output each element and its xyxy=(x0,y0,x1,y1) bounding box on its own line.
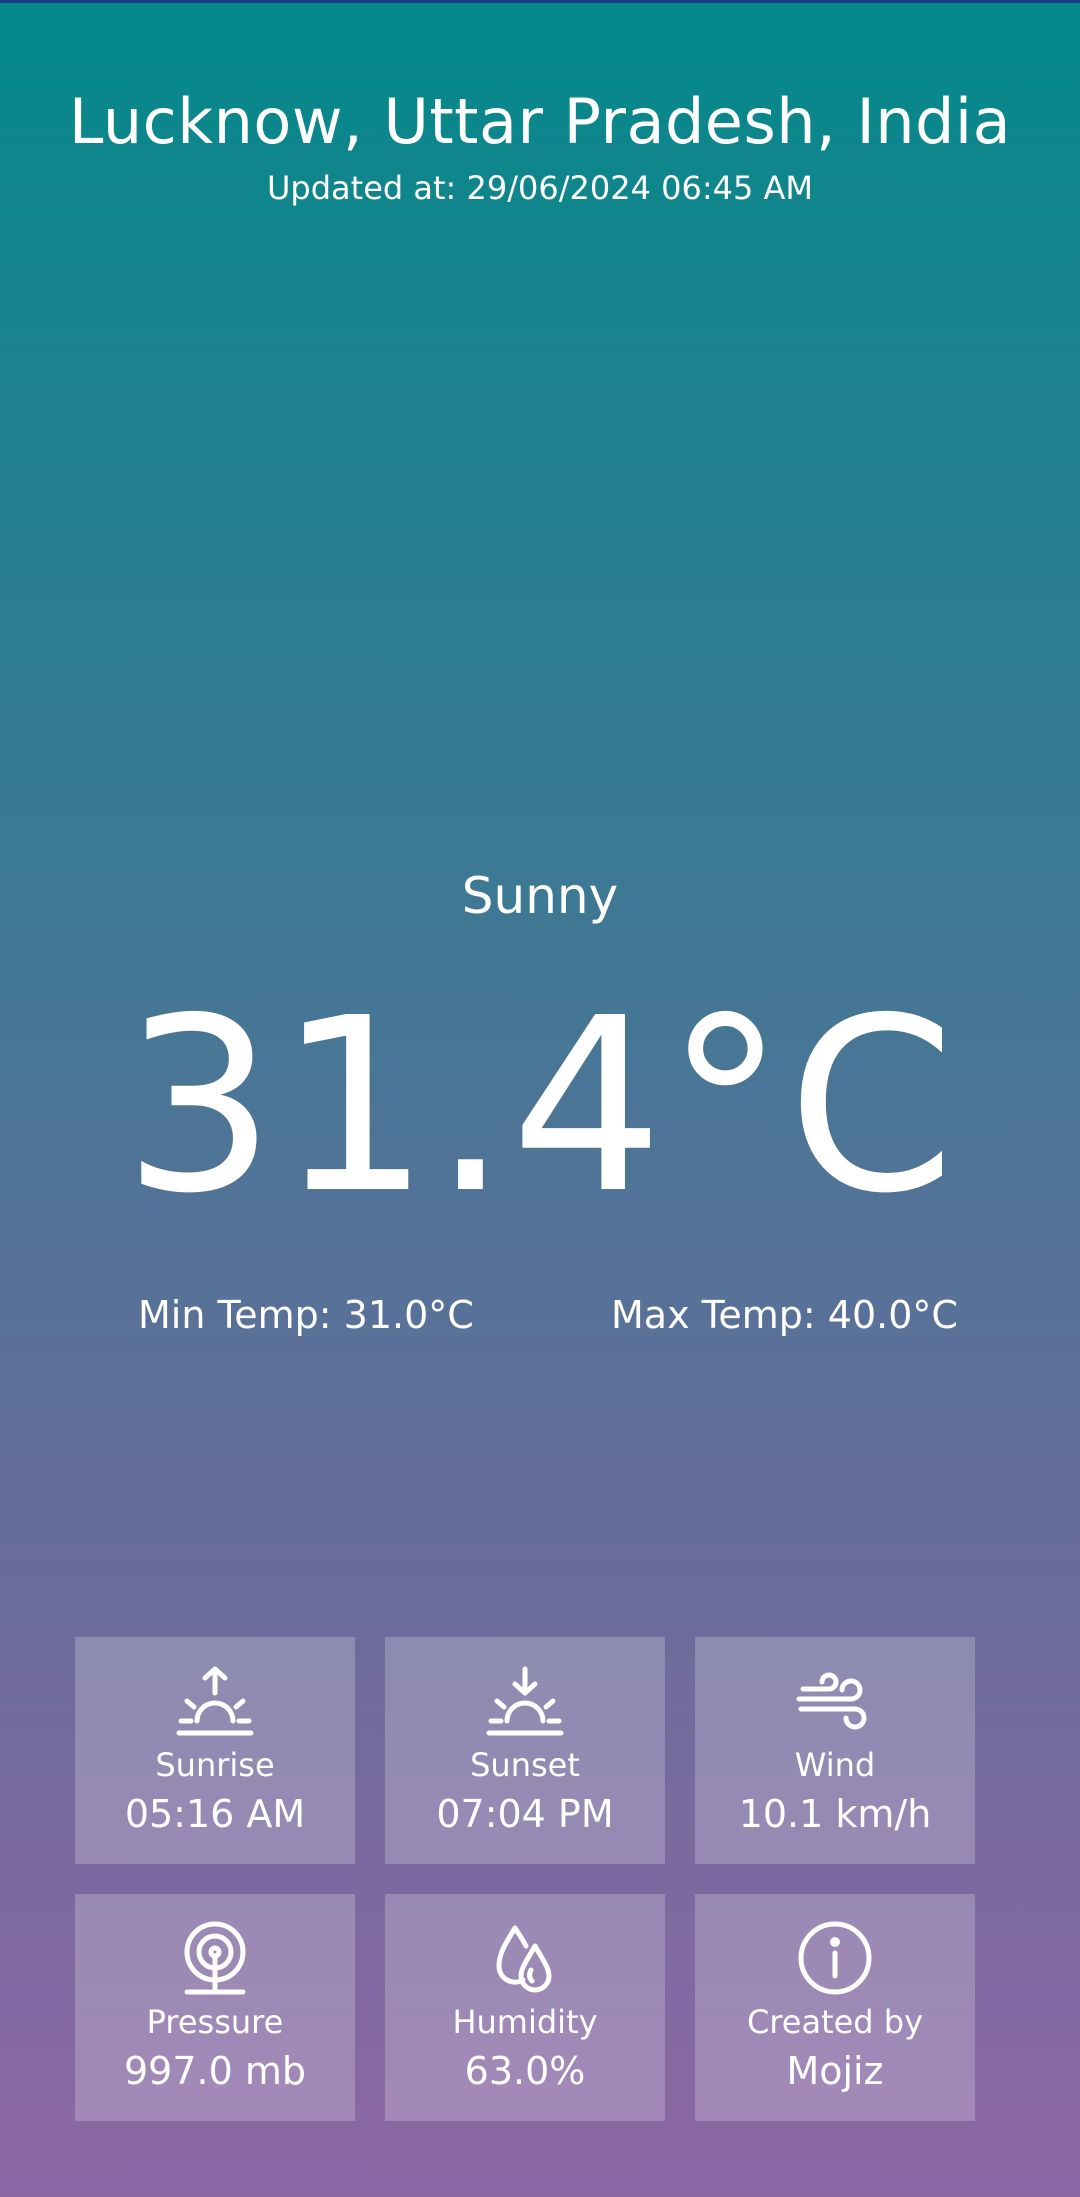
pressure-value: 997.0 mb xyxy=(123,2049,306,2093)
current-temperature: 31.4°C xyxy=(123,966,957,1246)
humidity-card: Humidity 63.0% xyxy=(385,1894,665,2121)
sunset-icon xyxy=(486,1666,564,1736)
weather-condition: Sunny xyxy=(461,867,619,925)
created-by-label: Created by xyxy=(746,2003,924,2041)
sunrise-label: Sunrise xyxy=(155,1746,275,1784)
sunrise-card: Sunrise 05:16 AM xyxy=(75,1637,355,1864)
sunset-label: Sunset xyxy=(470,1746,580,1784)
created-by-value: Mojiz xyxy=(786,2049,884,2093)
pressure-icon xyxy=(184,1921,246,1995)
info-icon xyxy=(798,1921,872,1995)
sunrise-value: 05:16 AM xyxy=(124,1792,306,1836)
sunset-value: 07:04 PM xyxy=(436,1792,614,1836)
pressure-label: Pressure xyxy=(146,2003,284,2041)
sunrise-icon xyxy=(176,1666,254,1736)
humidity-icon xyxy=(496,1925,552,1993)
details-grid: Sunrise 05:16 AM Sunset 07:04 PM Wind 10… xyxy=(75,1637,975,2121)
created-by-card: Created by Mojiz xyxy=(695,1894,975,2121)
humidity-label: Humidity xyxy=(452,2003,598,2041)
wind-icon xyxy=(796,1672,867,1730)
min-temperature: Min Temp: 31.0°C xyxy=(138,1293,474,1337)
location-title: Lucknow, Uttar Pradesh, India xyxy=(68,85,1012,158)
wind-label: Wind xyxy=(794,1746,876,1784)
sunset-card: Sunset 07:04 PM xyxy=(385,1637,665,1864)
wind-card: Wind 10.1 km/h xyxy=(695,1637,975,1864)
weather-screen: Lucknow, Uttar Pradesh, India Updated at… xyxy=(0,0,1080,2197)
wind-value: 10.1 km/h xyxy=(738,1792,932,1836)
max-temperature: Max Temp: 40.0°C xyxy=(611,1293,958,1337)
pressure-card: Pressure 997.0 mb xyxy=(75,1894,355,2121)
humidity-value: 63.0% xyxy=(464,2049,586,2093)
status-bar-line xyxy=(0,0,1080,3)
updated-timestamp: Updated at: 29/06/2024 06:45 AM xyxy=(267,169,813,207)
